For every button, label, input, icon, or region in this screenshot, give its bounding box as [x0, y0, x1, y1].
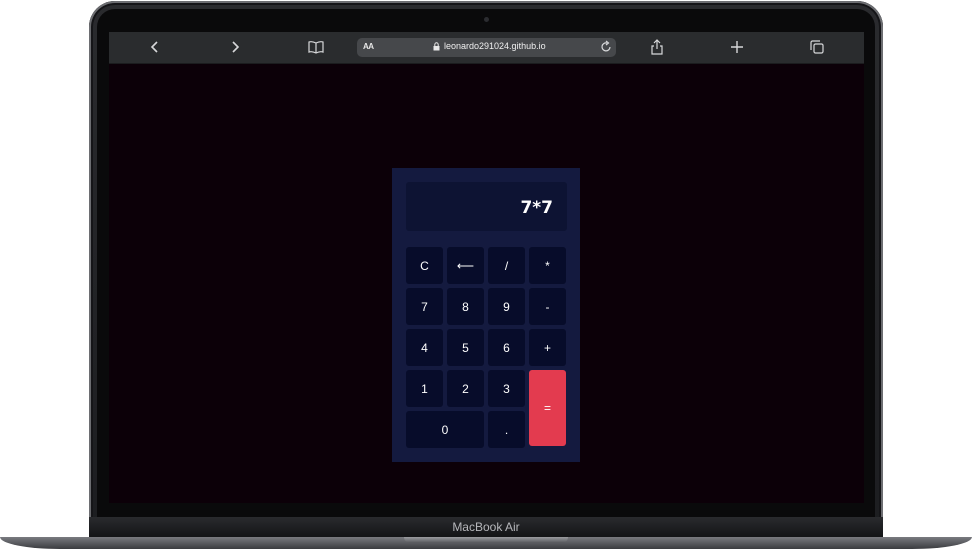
key-1[interactable]: 1: [406, 370, 443, 407]
camera-icon: [484, 17, 489, 22]
screen: AA leonardo291024.github.io 7*7 C ⟵ / * …: [109, 32, 864, 503]
key-9[interactable]: 9: [488, 288, 525, 325]
bookmarks-button[interactable]: [304, 37, 328, 57]
decimal-button[interactable]: .: [488, 411, 525, 448]
key-8[interactable]: 8: [447, 288, 484, 325]
text-size-button[interactable]: AA: [363, 42, 374, 51]
clear-button[interactable]: C: [406, 247, 443, 284]
address-bar[interactable]: AA leonardo291024.github.io: [357, 38, 616, 57]
subtract-button[interactable]: -: [529, 288, 566, 325]
tabs-icon: [810, 40, 824, 54]
key-6[interactable]: 6: [488, 329, 525, 366]
key-4[interactable]: 4: [406, 329, 443, 366]
add-button[interactable]: +: [529, 329, 566, 366]
reload-button[interactable]: [600, 40, 612, 58]
backspace-button[interactable]: ⟵: [447, 247, 484, 284]
forward-button[interactable]: [223, 37, 247, 57]
equals-button[interactable]: =: [529, 370, 566, 446]
back-button[interactable]: [143, 37, 167, 57]
chevron-left-icon: [150, 41, 158, 53]
book-icon: [308, 41, 324, 54]
tabs-overview-button[interactable]: [805, 37, 829, 57]
device-label: MacBook Air: [452, 520, 520, 534]
browser-toolbar: AA leonardo291024.github.io: [109, 32, 864, 64]
share-button[interactable]: [645, 37, 669, 57]
key-2[interactable]: 2: [447, 370, 484, 407]
key-3[interactable]: 3: [488, 370, 525, 407]
chevron-right-icon: [232, 41, 240, 53]
key-0[interactable]: 0: [406, 411, 484, 448]
calculator-display: 7*7: [406, 182, 567, 231]
display-value: 7*7: [520, 198, 553, 218]
web-page: 7*7 C ⟵ / * 7 8 9 - 4 5 6 + 1 2 3 = 0 .: [109, 64, 864, 503]
divide-button[interactable]: /: [488, 247, 525, 284]
lock-icon: [433, 41, 440, 50]
share-icon: [651, 39, 663, 55]
key-7[interactable]: 7: [406, 288, 443, 325]
plus-icon: [731, 41, 743, 53]
reload-icon: [601, 40, 611, 52]
url-display[interactable]: leonardo291024.github.io: [433, 41, 546, 51]
new-tab-button[interactable]: [725, 37, 749, 57]
laptop-notch: [404, 537, 568, 543]
calculator: 7*7 C ⟵ / * 7 8 9 - 4 5 6 + 1 2 3 = 0 .: [392, 168, 580, 462]
multiply-button[interactable]: *: [529, 247, 566, 284]
key-5[interactable]: 5: [447, 329, 484, 366]
url-text: leonardo291024.github.io: [444, 41, 546, 51]
